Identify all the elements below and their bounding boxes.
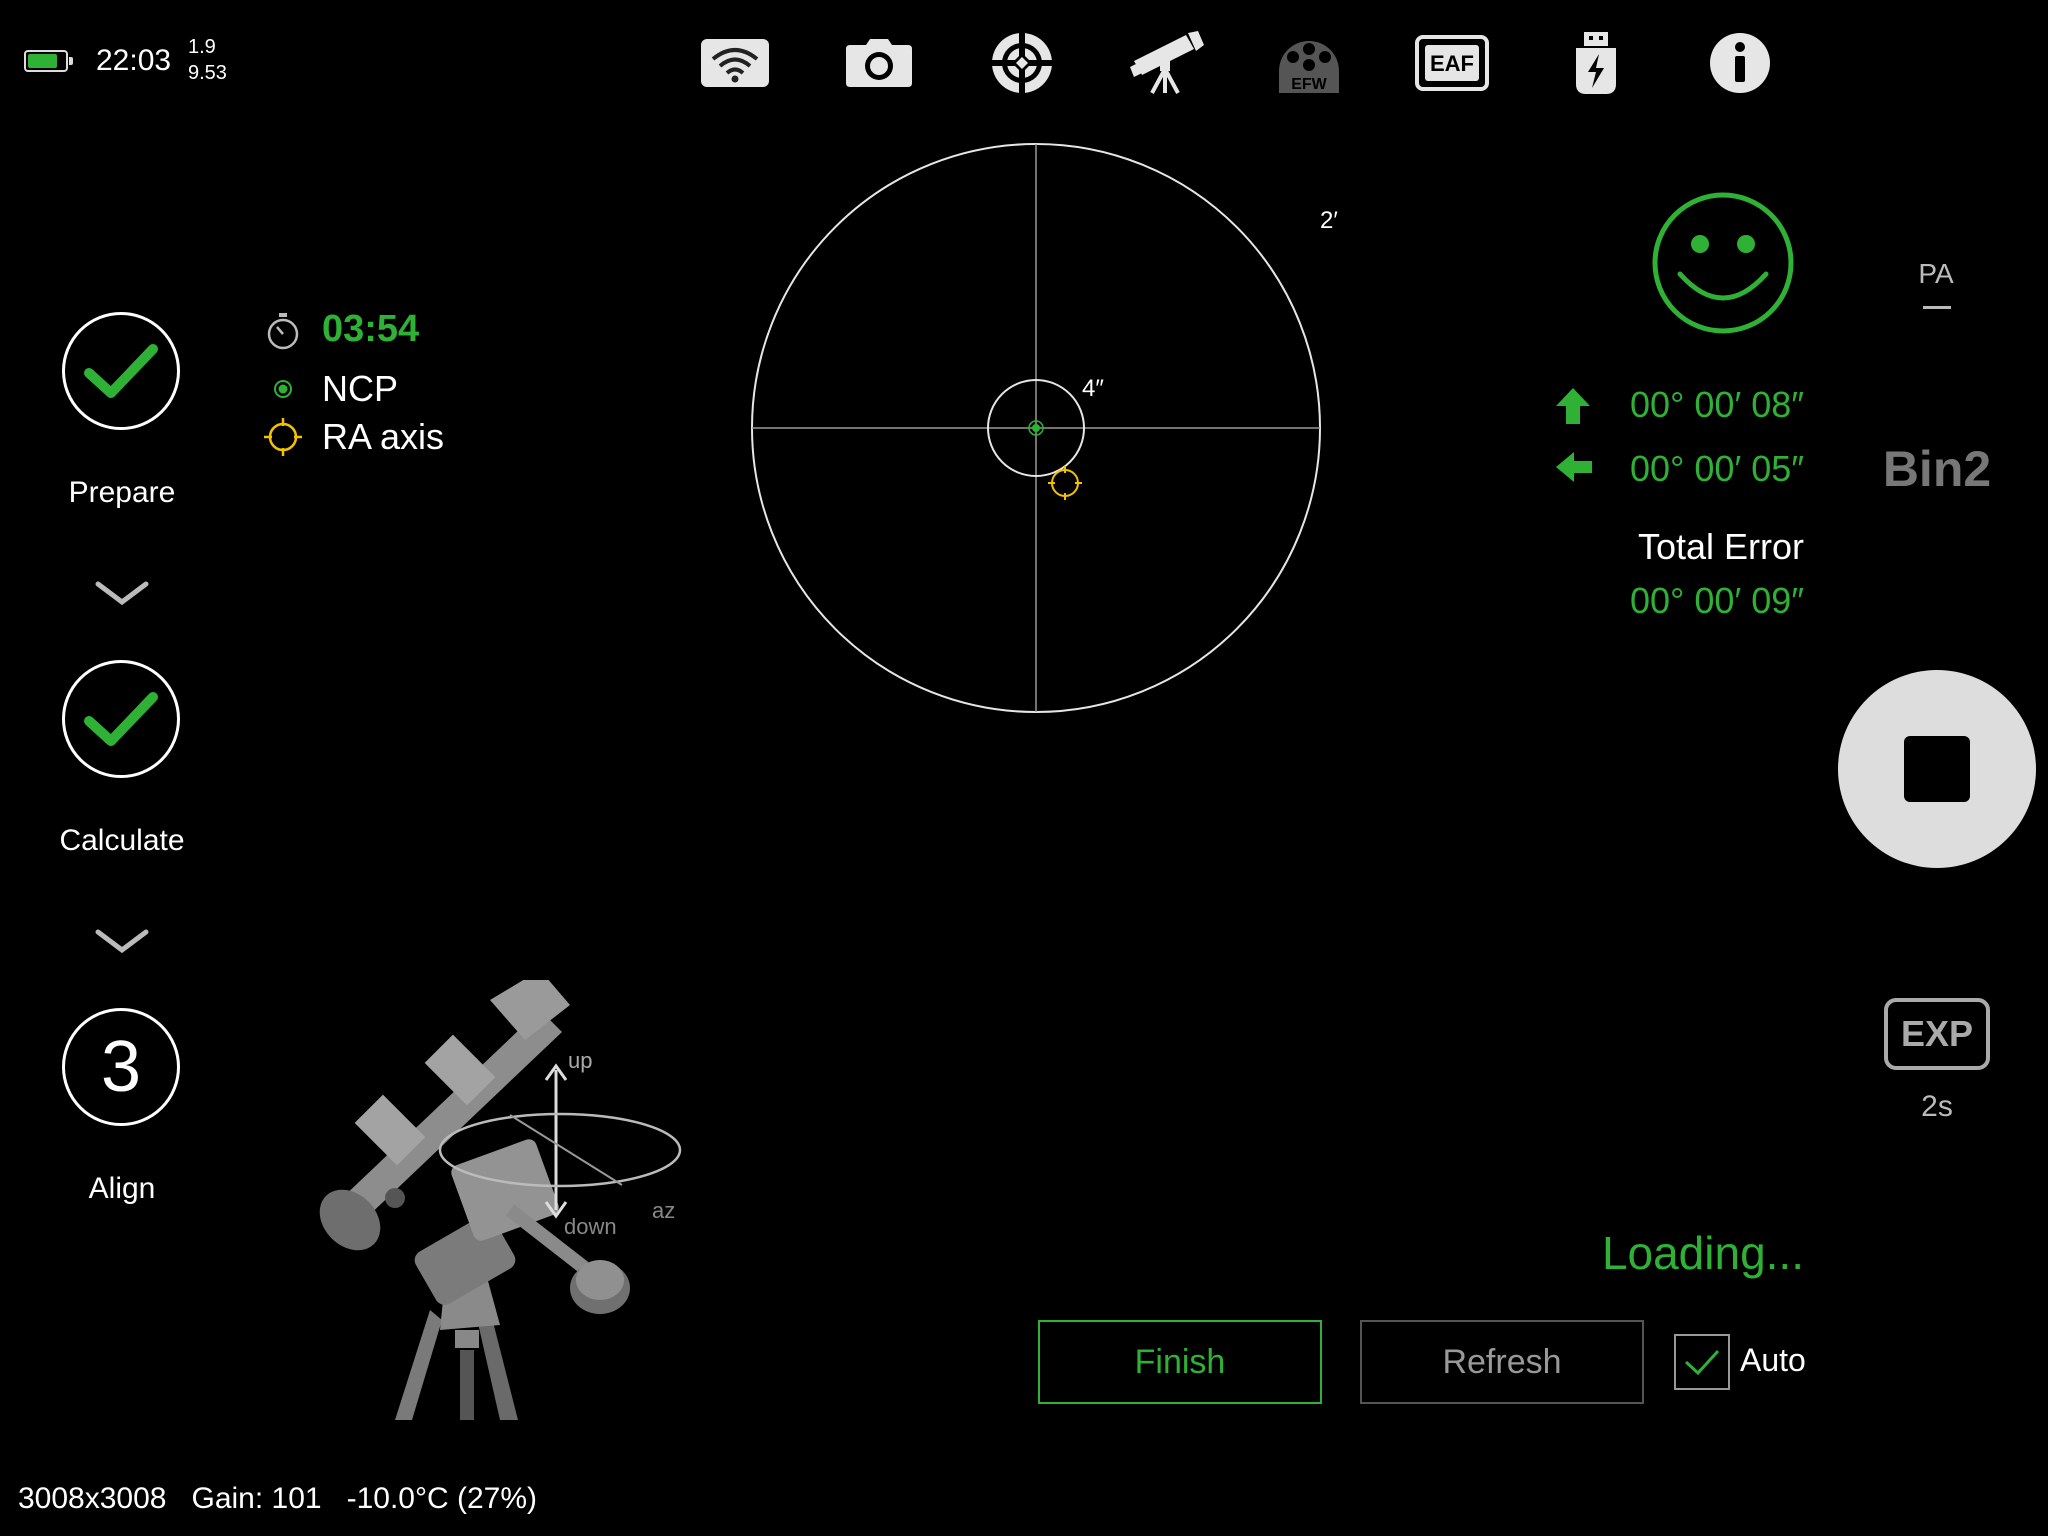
total-error-label: Total Error	[1637, 526, 1804, 567]
smiley-icon	[1652, 192, 1794, 334]
checkmark-icon	[84, 692, 158, 746]
ncp-legend-label: NCP	[322, 368, 399, 409]
mount-az-label: az	[652, 1198, 675, 1223]
finish-button[interactable]: Finish	[1038, 1320, 1322, 1404]
step-calculate-label: Calculate	[59, 824, 185, 857]
usb-power-icon	[1576, 32, 1616, 94]
arrow-left-icon	[1556, 452, 1592, 482]
step-align-number: 3	[100, 1027, 142, 1107]
stop-button[interactable]	[1838, 670, 2036, 868]
pa-mode-indicator	[1923, 306, 1951, 309]
ncp-marker-icon	[274, 380, 292, 398]
info-button[interactable]	[1700, 28, 1780, 98]
pa-mode-label[interactable]: PA	[1916, 258, 1956, 290]
camera-button[interactable]	[839, 28, 919, 98]
exposure-value: 2s	[1921, 1090, 1953, 1123]
error-horizontal-value: 00° 00′ 05″	[1629, 448, 1804, 489]
error-vertical-value: 00° 00′ 08″	[1629, 384, 1804, 425]
battery-icon	[24, 50, 73, 72]
polar-alignment-target: 2′ 4″	[751, 143, 1338, 713]
telescope-icon	[1130, 31, 1204, 94]
step-align-label: Align	[88, 1172, 156, 1205]
step-align-status: 3	[62, 1008, 180, 1126]
telescope-button[interactable]	[1126, 28, 1206, 98]
efw-icon: EFW	[1279, 41, 1339, 93]
chevron-down-icon	[95, 581, 149, 606]
step-calculate-status	[62, 660, 180, 778]
info-icon	[1710, 33, 1770, 93]
status-value-bottom: 9.53	[188, 62, 227, 84]
eaf-button[interactable]: EAF	[1412, 28, 1492, 98]
battery-fill	[28, 54, 57, 68]
mount-down-label: down	[564, 1214, 617, 1239]
auto-checkbox-label: Auto	[1740, 1342, 1806, 1378]
clock: 22:03	[96, 44, 172, 77]
camera-status-footer: 3008x3008 Gain: 101 -10.0°C (27%)	[18, 1482, 537, 1515]
checkmark-icon	[84, 344, 158, 398]
mount-illustration: up down az	[319, 980, 682, 1420]
mount-up-label: up	[568, 1048, 592, 1073]
bin-button[interactable]: Bin2	[1880, 440, 1994, 498]
guide-crosshair-icon	[992, 33, 1052, 93]
ncp-marker-dot	[1032, 424, 1040, 432]
usb-power-button[interactable]	[1556, 28, 1636, 98]
auto-checkbox[interactable]	[1674, 1334, 1730, 1390]
step-prepare-status	[62, 312, 180, 430]
step-prepare-label: Prepare	[68, 476, 176, 509]
inner-ring-label: 4″	[1082, 375, 1104, 402]
chevron-down-icon	[95, 929, 149, 954]
wifi-icon	[701, 39, 769, 87]
efw-button[interactable]: EFW	[1269, 28, 1349, 98]
total-error-value: 00° 00′ 09″	[1629, 580, 1804, 621]
exposure-button[interactable]: EXP	[1884, 998, 1990, 1070]
stopwatch-icon	[267, 313, 299, 350]
loading-status: Loading...	[1601, 1227, 1804, 1279]
camera-icon	[846, 39, 912, 87]
checkmark-icon	[1684, 1349, 1720, 1376]
stop-icon	[1904, 736, 1970, 802]
guide-button[interactable]	[982, 28, 1062, 98]
ra-axis-legend-label: RA axis	[322, 416, 445, 457]
eaf-icon: EAF	[1415, 35, 1489, 91]
outer-ring-label: 2′	[1320, 207, 1338, 234]
battery-nub	[69, 57, 73, 65]
status-value-top: 1.9	[188, 36, 216, 58]
elapsed-timer: 03:54	[322, 308, 420, 350]
refresh-button[interactable]: Refresh	[1360, 1320, 1644, 1404]
status-bar: 22:03 1.9 9.53	[0, 0, 400, 120]
efw-icon-label: EFW	[1291, 76, 1327, 93]
eaf-icon-label: EAF	[1430, 51, 1474, 76]
wifi-button[interactable]	[695, 28, 775, 98]
ra-axis-marker	[1048, 466, 1082, 500]
arrow-up-icon	[1556, 388, 1590, 424]
ra-axis-marker-icon	[264, 418, 302, 456]
